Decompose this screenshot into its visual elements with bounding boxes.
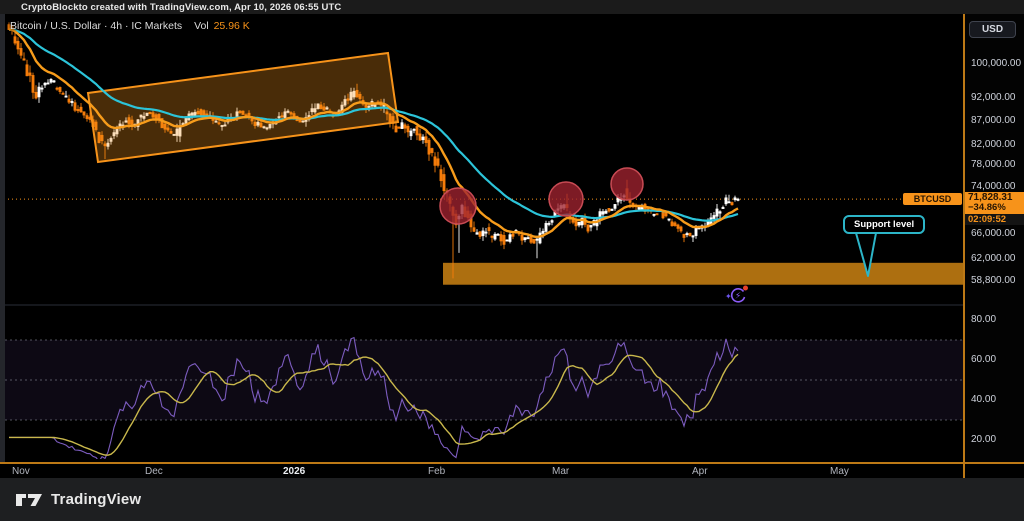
bar-countdown: 02:09:52 — [963, 214, 1024, 225]
volume-label: Vol — [194, 20, 209, 32]
left-toolbar-strip — [0, 14, 5, 478]
last-price-change: −34.86% — [963, 203, 1024, 214]
time-axis-label: Mar — [552, 466, 569, 477]
svg-text:✦: ✦ — [725, 292, 732, 301]
price-axis-label: 62,000.00 — [971, 253, 1016, 264]
tradingview-chart-window: CryptoBlockto created with TradingView.c… — [0, 0, 1024, 521]
price-axis-label: 78,000.00 — [971, 159, 1016, 170]
price-axis-label: 87,000.00 — [971, 115, 1016, 126]
price-axis-label: 100,000.00 — [971, 58, 1021, 69]
rsi-axis-label: 20.00 — [971, 434, 996, 445]
signal-circle[interactable] — [440, 188, 476, 224]
rsi-axis-label: 60.00 — [971, 354, 996, 365]
attribution-text: CryptoBlockto created with TradingView.c… — [21, 2, 341, 13]
time-axis-label: Nov — [12, 466, 30, 477]
flash-reload-icon[interactable]: ⚡✦ — [725, 286, 748, 302]
attribution-bar: CryptoBlockto created with TradingView.c… — [0, 0, 1024, 14]
rsi-axis-label: 40.00 — [971, 394, 996, 405]
symbol-legend[interactable]: Bitcoin / U.S. Dollar · 4h · IC Markets … — [10, 20, 250, 32]
chart-canvas[interactable]: ⚡✦ — [0, 0, 963, 462]
price-axis-label: 92,000.00 — [971, 92, 1016, 103]
footer-bar: TradingView — [0, 478, 1024, 521]
tradingview-logo-icon[interactable] — [15, 492, 43, 508]
rsi-pane — [0, 340, 963, 420]
time-axis-label: May — [830, 466, 849, 477]
tradingview-brand[interactable]: TradingView — [51, 491, 141, 508]
time-axis-label: 2026 — [283, 466, 305, 477]
price-axis-label: 58,800.00 — [971, 275, 1016, 286]
price-axis[interactable]: USD 71,828.31 −34.86% 02:09:52 100,000.0… — [963, 14, 1024, 462]
volume-value: 25.96 K — [214, 20, 250, 32]
support-level-text: Support level — [854, 219, 914, 230]
last-price-tag: BTCUSD — [903, 193, 962, 205]
currency-usd-button[interactable]: USD — [969, 21, 1016, 38]
signal-circle[interactable] — [611, 168, 643, 200]
signal-circle[interactable] — [549, 182, 583, 216]
time-axis-label: Dec — [145, 466, 163, 477]
support-zone-rect[interactable] — [443, 263, 963, 285]
symbol-title[interactable]: Bitcoin / U.S. Dollar · 4h · IC Markets — [10, 20, 182, 32]
price-axis-border — [963, 14, 965, 478]
time-axis[interactable]: Nov Dec 2026 Feb Mar Apr May — [0, 462, 1024, 478]
price-axis-label: 74,000.00 — [971, 181, 1016, 192]
price-axis-label: 82,000.00 — [971, 139, 1016, 150]
red-dot — [743, 286, 748, 291]
rsi-axis-label: 80.00 — [971, 314, 996, 325]
support-level-callout[interactable]: Support level — [843, 215, 925, 234]
last-price-label: 71,828.31 −34.86% 02:09:52 — [963, 192, 1024, 225]
price-axis-label: 66,000.00 — [971, 228, 1016, 239]
main-pane — [0, 22, 963, 284]
time-axis-label: Feb — [428, 466, 445, 477]
time-axis-label: Apr — [692, 466, 708, 477]
svg-text:⚡: ⚡ — [735, 292, 741, 302]
